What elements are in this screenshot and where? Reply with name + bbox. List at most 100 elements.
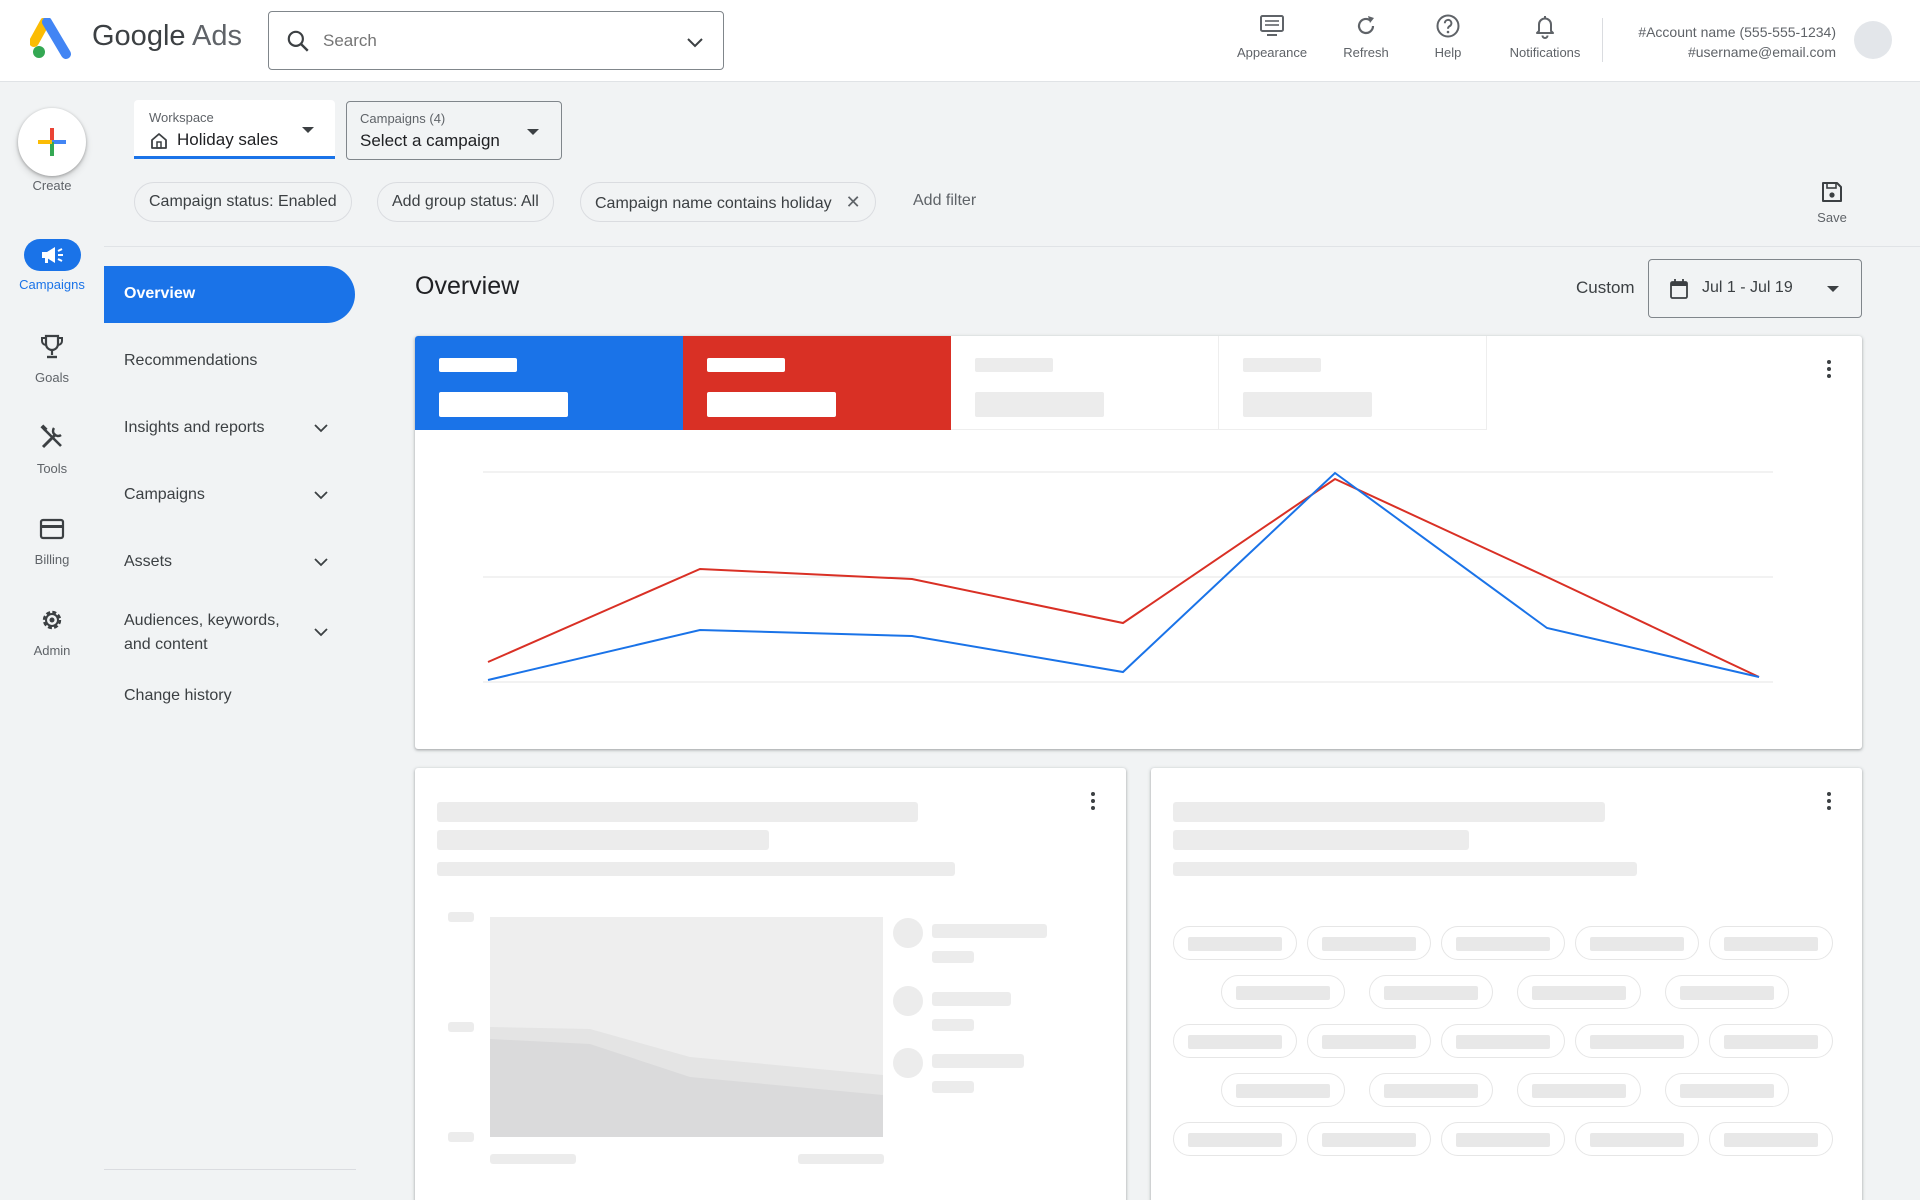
legend-placeholder [932,924,1047,938]
metric-value-placeholder [1243,392,1372,417]
dropdown-arrow-icon [302,127,314,133]
navigation-rail: Create Campaigns Goals Tools Billing Adm… [0,82,104,1200]
title-placeholder [437,802,918,822]
google-ads-logo-icon[interactable] [30,18,74,60]
rail-label-tools: Tools [36,461,68,476]
campaign-selector[interactable]: Campaigns (4) Select a campaign [346,101,562,160]
pill-placeholder [1369,1073,1493,1107]
search-box[interactable] [268,11,724,70]
account-info[interactable]: #Account name (555-555-1234) #username@e… [1638,22,1836,62]
close-icon[interactable]: ✕ [846,183,861,221]
metric-value-placeholder [975,392,1104,417]
nav-label: Overview [124,285,196,302]
nav-item-insights-and-reports[interactable]: Insights and reports [104,419,356,449]
trophy-icon [41,334,63,359]
nav-label: Insights and reports [124,419,265,436]
performance-card [415,336,1862,749]
metric-tile[interactable] [951,336,1219,430]
chevron-down-icon [314,628,328,637]
help-button[interactable]: Help [1420,12,1476,72]
pill-placeholder [1665,1073,1789,1107]
metric-tile-red[interactable] [683,336,951,430]
notifications-label: Notifications [1509,45,1581,60]
metric-tile-blue[interactable] [415,336,683,430]
more-options-icon[interactable] [1090,792,1096,814]
refresh-button[interactable]: Refresh [1332,12,1400,72]
nav-item-audiences-keywords-content[interactable]: Audiences, keywords, and content [104,609,356,659]
series-line-red [487,477,1760,678]
calendar-icon [1670,279,1688,299]
pill-placeholder [1665,975,1789,1009]
campaigns-value: Select a campaign [360,131,500,150]
more-options-icon[interactable] [1826,792,1832,814]
help-label: Help [1434,45,1462,60]
pill-placeholder [1517,975,1641,1009]
nav-item-change-history[interactable]: Change history [104,687,356,717]
pill-placeholder [1221,1073,1345,1107]
brand-ads: Ads [191,20,242,52]
search-input[interactable] [323,22,643,60]
rail-label-campaigns: Campaigns [19,277,85,292]
divider [104,246,1920,247]
divider [104,1169,356,1170]
nav-item-assets[interactable]: Assets [104,553,356,583]
search-icon [287,30,309,52]
rail-item-admin[interactable]: Admin [0,605,104,681]
filter-chip-add-group-status[interactable]: Add group status: All [377,182,554,222]
pill-placeholder [1709,1024,1833,1058]
create-button[interactable] [18,108,86,176]
workspace-value: Holiday sales [177,130,279,149]
brand-name[interactable]: Google Ads [92,20,242,53]
active-indicator [24,239,81,271]
pill-placeholder [1221,975,1345,1009]
campaigns-megaphone-icon [42,247,63,263]
credit-card-icon [39,518,65,540]
appearance-button[interactable]: Appearance [1228,12,1316,72]
rail-label-billing: Billing [34,552,70,567]
chip-label: Campaign name contains holiday [595,195,832,212]
create-label: Create [32,178,72,193]
pill-placeholder [1307,926,1431,960]
rail-item-campaigns[interactable]: Campaigns [0,239,104,315]
legend-placeholder [932,992,1011,1006]
rail-item-tools[interactable]: Tools [0,423,104,499]
metric-label-placeholder [439,358,517,372]
nav-label: Campaigns [124,486,205,503]
axis-placeholder [448,1022,474,1032]
nav-label: Recommendations [124,352,258,369]
filter-chip-campaign-status[interactable]: Campaign status: Enabled [134,182,352,222]
account-email: #username@email.com [1687,44,1836,60]
chevron-down-icon [314,491,328,500]
add-filter-button[interactable]: Add filter [913,192,976,210]
home-icon [151,133,167,149]
nav-item-campaigns[interactable]: Campaigns [104,486,356,516]
nav-label: Change history [124,687,232,704]
chip-label: Add group status: All [392,193,539,210]
dropdown-arrow-icon [1827,286,1839,292]
chevron-down-icon[interactable] [683,30,707,54]
notifications-button[interactable]: Notifications [1498,12,1592,72]
placeholder-card-right [1151,768,1862,1200]
nav-item-overview[interactable]: Overview [104,266,355,323]
legend-dot-placeholder [893,986,923,1016]
date-range-picker[interactable]: Jul 1 - Jul 19 [1648,259,1862,318]
pill-placeholder [1575,1122,1699,1156]
pill-placeholder [1709,1122,1833,1156]
legend-dot-placeholder [893,1048,923,1078]
rail-item-billing[interactable]: Billing [0,514,104,590]
axis-placeholder [798,1154,884,1164]
rail-item-goals[interactable]: Goals [0,332,104,408]
metric-tile[interactable] [1219,336,1487,430]
metric-label-placeholder [1243,358,1321,372]
avatar[interactable] [1854,21,1892,59]
metric-label-placeholder [707,358,785,372]
more-options-icon[interactable] [1826,360,1832,382]
legend-placeholder [932,1019,974,1031]
filter-chip-campaign-name[interactable]: Campaign name contains holiday ✕ [580,182,876,222]
section-nav: Overview Recommendations Insights and re… [104,247,356,1200]
workspace-selector[interactable]: Workspace Holiday sales [134,100,335,159]
save-icon [1822,182,1842,202]
nav-item-recommendations[interactable]: Recommendations [104,352,356,382]
save-button[interactable]: Save [1810,180,1854,225]
pill-placeholder [1307,1122,1431,1156]
